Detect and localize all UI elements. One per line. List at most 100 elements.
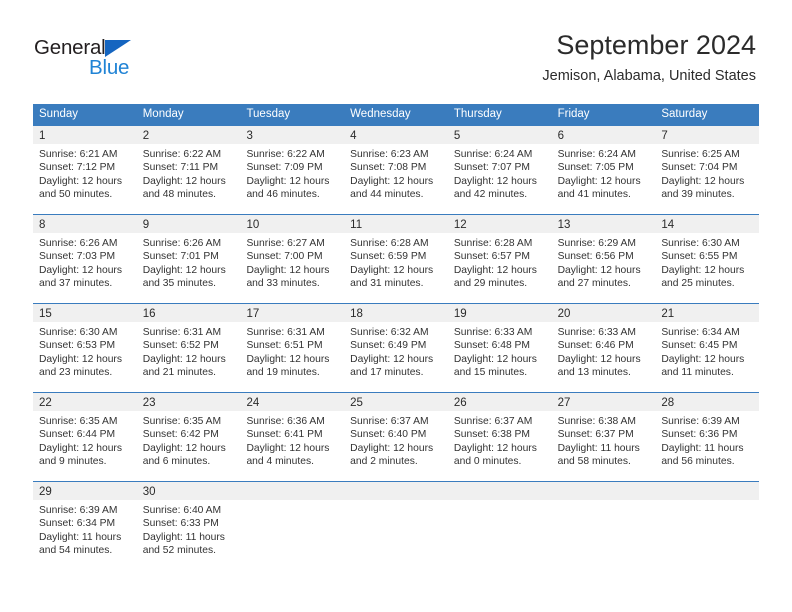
weekday-header-friday: Friday bbox=[557, 108, 590, 120]
day-cell[interactable]: 7 Sunrise: 6:25 AM Sunset: 7:04 PM Dayli… bbox=[655, 126, 760, 214]
day-number-band bbox=[240, 482, 345, 500]
day-number-band bbox=[551, 482, 656, 500]
day-cell[interactable]: 3 Sunrise: 6:22 AM Sunset: 7:09 PM Dayli… bbox=[240, 126, 345, 214]
sunset-text: Sunset: 6:36 PM bbox=[661, 429, 738, 441]
sunset-text: Sunset: 7:04 PM bbox=[661, 162, 738, 174]
day-info bbox=[552, 500, 656, 504]
day-number-band: 19 bbox=[447, 304, 552, 322]
day-cell[interactable]: 13 Sunrise: 6:29 AM Sunset: 6:56 PM Dayl… bbox=[551, 215, 656, 303]
day-cell[interactable]: 29 Sunrise: 6:39 AM Sunset: 6:34 PM Dayl… bbox=[33, 482, 137, 570]
day-info: Sunrise: 6:37 AM Sunset: 6:40 PM Dayligh… bbox=[344, 411, 448, 469]
day-info: Sunrise: 6:23 AM Sunset: 7:08 PM Dayligh… bbox=[344, 144, 448, 202]
sunrise-text: Sunrise: 6:33 AM bbox=[557, 327, 637, 338]
sunrise-text: Sunrise: 6:22 AM bbox=[142, 149, 222, 160]
day-info: Sunrise: 6:28 AM Sunset: 6:57 PM Dayligh… bbox=[448, 233, 552, 291]
sunrise-text: Sunrise: 6:30 AM bbox=[39, 327, 118, 338]
day-cell[interactable]: 18 Sunrise: 6:32 AM Sunset: 6:49 PM Dayl… bbox=[344, 304, 448, 392]
sunrise-text: Sunrise: 6:37 AM bbox=[350, 416, 429, 427]
day-info: Sunrise: 6:22 AM Sunset: 7:09 PM Dayligh… bbox=[240, 144, 344, 202]
week-row: 15 Sunrise: 6:30 AM Sunset: 6:53 PM Dayl… bbox=[33, 303, 760, 392]
day-number: 5 bbox=[453, 130, 461, 142]
sunset-text: Sunset: 6:44 PM bbox=[39, 429, 116, 441]
day-cell[interactable]: 12 Sunrise: 6:28 AM Sunset: 6:57 PM Dayl… bbox=[447, 215, 552, 303]
day-info bbox=[344, 500, 448, 504]
day-number-band: 29 bbox=[33, 482, 137, 500]
day-cell[interactable]: 26 Sunrise: 6:37 AM Sunset: 6:38 PM Dayl… bbox=[447, 393, 552, 481]
daylight-text: Daylight: 12 hours and 15 minutes. bbox=[453, 353, 537, 379]
day-cell[interactable]: 25 Sunrise: 6:37 AM Sunset: 6:40 PM Dayl… bbox=[344, 393, 448, 481]
day-cell[interactable]: 17 Sunrise: 6:31 AM Sunset: 6:51 PM Dayl… bbox=[240, 304, 345, 392]
sunrise-text: Sunrise: 6:24 AM bbox=[453, 149, 533, 160]
day-number: 20 bbox=[557, 308, 571, 320]
day-cell[interactable]: 15 Sunrise: 6:30 AM Sunset: 6:53 PM Dayl… bbox=[33, 304, 137, 392]
day-cell[interactable]: 16 Sunrise: 6:31 AM Sunset: 6:52 PM Dayl… bbox=[136, 304, 241, 392]
day-cell[interactable]: 4 Sunrise: 6:23 AM Sunset: 7:08 PM Dayli… bbox=[344, 126, 448, 214]
day-number: 4 bbox=[350, 130, 357, 142]
daylight-text: Daylight: 11 hours and 52 minutes. bbox=[142, 531, 225, 557]
day-number: 3 bbox=[246, 130, 253, 142]
day-cell[interactable]: 22 Sunrise: 6:35 AM Sunset: 6:44 PM Dayl… bbox=[33, 393, 137, 481]
day-number: 24 bbox=[246, 397, 260, 409]
daylight-text: Daylight: 12 hours and 9 minutes. bbox=[39, 442, 122, 468]
sunset-text: Sunset: 7:00 PM bbox=[246, 251, 323, 263]
day-number: 25 bbox=[350, 397, 363, 409]
day-number-band: 7 bbox=[655, 126, 760, 144]
day-cell[interactable]: 23 Sunrise: 6:35 AM Sunset: 6:42 PM Dayl… bbox=[136, 393, 241, 481]
day-number-band: 9 bbox=[136, 215, 241, 233]
day-number-band: 27 bbox=[551, 393, 656, 411]
daylight-text: Daylight: 12 hours and 31 minutes. bbox=[350, 264, 434, 290]
weekday-header-tuesday: Tuesday bbox=[246, 108, 291, 120]
weekday-header-row: Sunday Monday Tuesday Wednesday Thursday… bbox=[33, 104, 759, 125]
day-cell[interactable]: 5 Sunrise: 6:24 AM Sunset: 7:07 PM Dayli… bbox=[447, 126, 552, 214]
day-number: 6 bbox=[557, 130, 564, 142]
sunrise-text: Sunrise: 6:35 AM bbox=[142, 416, 222, 427]
day-cell[interactable]: 20 Sunrise: 6:33 AM Sunset: 6:46 PM Dayl… bbox=[551, 304, 656, 392]
daylight-text: Daylight: 12 hours and 0 minutes. bbox=[453, 442, 537, 468]
day-number: 19 bbox=[453, 308, 467, 320]
daylight-text: Daylight: 12 hours and 37 minutes. bbox=[39, 264, 122, 290]
day-number: 26 bbox=[453, 397, 467, 409]
day-number-band bbox=[447, 482, 552, 500]
week-row: 8 Sunrise: 6:26 AM Sunset: 7:03 PM Dayli… bbox=[33, 214, 760, 303]
day-cell[interactable]: 24 Sunrise: 6:36 AM Sunset: 6:41 PM Dayl… bbox=[240, 393, 345, 481]
day-cell[interactable]: 30 Sunrise: 6:40 AM Sunset: 6:33 PM Dayl… bbox=[136, 482, 241, 570]
day-number: 12 bbox=[453, 219, 467, 231]
day-info: Sunrise: 6:31 AM Sunset: 6:51 PM Dayligh… bbox=[240, 322, 344, 380]
day-number-band bbox=[344, 482, 448, 500]
weekday-header-monday: Monday bbox=[142, 108, 184, 120]
day-cell[interactable]: 8 Sunrise: 6:26 AM Sunset: 7:03 PM Dayli… bbox=[33, 215, 137, 303]
day-number-band: 18 bbox=[344, 304, 448, 322]
daylight-text: Daylight: 12 hours and 17 minutes. bbox=[350, 353, 434, 379]
day-number-band bbox=[655, 482, 760, 500]
day-cell[interactable]: 11 Sunrise: 6:28 AM Sunset: 6:59 PM Dayl… bbox=[344, 215, 448, 303]
day-number-band: 23 bbox=[136, 393, 241, 411]
day-cell[interactable]: 28 Sunrise: 6:39 AM Sunset: 6:36 PM Dayl… bbox=[655, 393, 760, 481]
calendar-grid: Sunday Monday Tuesday Wednesday Thursday… bbox=[33, 104, 760, 570]
weekday-header-sunday: Sunday bbox=[39, 108, 79, 120]
day-cell[interactable]: 21 Sunrise: 6:34 AM Sunset: 6:45 PM Dayl… bbox=[655, 304, 760, 392]
day-cell[interactable]: 6 Sunrise: 6:24 AM Sunset: 7:05 PM Dayli… bbox=[551, 126, 656, 214]
sunset-text: Sunset: 6:37 PM bbox=[557, 429, 634, 441]
sunrise-text: Sunrise: 6:26 AM bbox=[142, 238, 222, 249]
page-header: General Blue September 2024 Jemison, Ala… bbox=[0, 0, 792, 104]
weekday-header-wednesday: Wednesday bbox=[350, 108, 411, 120]
sunrise-text: Sunrise: 6:23 AM bbox=[350, 149, 429, 160]
day-cell[interactable]: 2 Sunrise: 6:22 AM Sunset: 7:11 PM Dayli… bbox=[136, 126, 241, 214]
day-cell[interactable]: 9 Sunrise: 6:26 AM Sunset: 7:01 PM Dayli… bbox=[136, 215, 241, 303]
day-number: 16 bbox=[142, 308, 156, 320]
day-info: Sunrise: 6:24 AM Sunset: 7:05 PM Dayligh… bbox=[552, 144, 656, 202]
sunrise-text: Sunrise: 6:36 AM bbox=[246, 416, 325, 427]
day-number: 7 bbox=[661, 130, 668, 142]
day-cell[interactable]: 14 Sunrise: 6:30 AM Sunset: 6:55 PM Dayl… bbox=[655, 215, 760, 303]
day-cell[interactable]: 1 Sunrise: 6:21 AM Sunset: 7:12 PM Dayli… bbox=[33, 126, 137, 214]
day-cell[interactable]: 19 Sunrise: 6:33 AM Sunset: 6:48 PM Dayl… bbox=[447, 304, 552, 392]
daylight-text: Daylight: 12 hours and 25 minutes. bbox=[661, 264, 745, 290]
sunset-text: Sunset: 6:45 PM bbox=[661, 340, 738, 352]
week-row: 1 Sunrise: 6:21 AM Sunset: 7:12 PM Dayli… bbox=[33, 125, 760, 214]
day-info: Sunrise: 6:26 AM Sunset: 7:03 PM Dayligh… bbox=[33, 233, 137, 291]
sunset-text: Sunset: 6:57 PM bbox=[453, 251, 531, 263]
day-cell[interactable]: 27 Sunrise: 6:38 AM Sunset: 6:37 PM Dayl… bbox=[551, 393, 656, 481]
day-info: Sunrise: 6:24 AM Sunset: 7:07 PM Dayligh… bbox=[448, 144, 552, 202]
sunrise-text: Sunrise: 6:27 AM bbox=[246, 238, 325, 249]
day-cell[interactable]: 10 Sunrise: 6:27 AM Sunset: 7:00 PM Dayl… bbox=[240, 215, 345, 303]
